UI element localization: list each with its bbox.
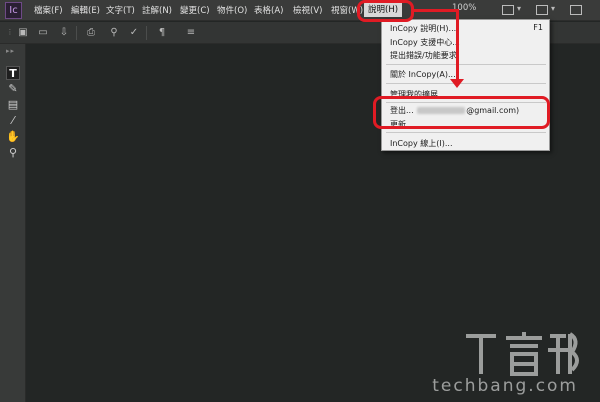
spellcheck-icon[interactable]: ✓ bbox=[128, 27, 140, 38]
watermark-text: techbang.com bbox=[432, 376, 578, 396]
help-dropdown-menu: InCopy 說明(H)... F1 InCopy 支援中心... 提出錯誤/功… bbox=[381, 19, 550, 151]
incopy-logo-icon: Ic bbox=[5, 2, 22, 19]
separator bbox=[386, 132, 546, 133]
techbang-logo-icon bbox=[466, 332, 579, 376]
tools-panel: ▸▸ T ✎ ▤ ⁄ ✋ ⚲ bbox=[0, 44, 26, 402]
pilcrow-icon[interactable]: ¶ bbox=[156, 27, 168, 38]
annotation-signout-highlight bbox=[373, 96, 550, 129]
menu-item-about-incopy[interactable]: 關於 InCopy(A)... bbox=[390, 69, 545, 80]
arrange-documents-icon[interactable] bbox=[536, 5, 548, 15]
zoom-tool-icon[interactable]: ⚲ bbox=[6, 146, 20, 160]
menu-changes[interactable]: 變更(C) bbox=[180, 4, 210, 16]
chevron-down-icon[interactable]: ▾ bbox=[551, 4, 555, 13]
annotation-arrow-line bbox=[456, 9, 459, 81]
annotation-help-highlight bbox=[357, 0, 414, 22]
menu-item-support-center[interactable]: InCopy 支援中心... bbox=[390, 37, 545, 48]
position-tool-icon[interactable]: ▤ bbox=[6, 98, 20, 112]
panel-grip-icon[interactable]: ▸▸ bbox=[6, 47, 15, 55]
separator bbox=[76, 26, 77, 40]
search-icon[interactable]: ⚲ bbox=[108, 27, 120, 38]
menu-type[interactable]: 文字(T) bbox=[106, 4, 135, 16]
separator bbox=[386, 83, 546, 84]
type-tool-icon[interactable]: T bbox=[6, 66, 20, 80]
align-lines-icon[interactable]: ≡ bbox=[185, 27, 197, 38]
menu-bar: Ic 檔案(F) 編輯(E) 文字(T) 註解(N) 變更(C) 物件(O) 表… bbox=[0, 0, 600, 21]
note-tool-icon[interactable]: ✎ bbox=[6, 82, 20, 96]
save-icon[interactable]: ⇩ bbox=[58, 27, 70, 38]
print-icon[interactable]: ⎙ bbox=[85, 27, 97, 38]
workspace-icon[interactable] bbox=[570, 5, 582, 15]
menu-item-incopy-online[interactable]: InCopy 線上(I)... bbox=[390, 138, 545, 149]
menu-notes[interactable]: 註解(N) bbox=[142, 4, 172, 16]
menu-file[interactable]: 檔案(F) bbox=[34, 4, 63, 16]
grip-icon: ⋮ bbox=[6, 28, 14, 36]
hand-tool-icon[interactable]: ✋ bbox=[6, 130, 20, 144]
open-folder-icon[interactable]: ▭ bbox=[37, 27, 49, 38]
menu-item-report-bug[interactable]: 提出錯誤/功能要求 bbox=[390, 50, 545, 61]
separator bbox=[146, 26, 147, 40]
menu-table[interactable]: 表格(A) bbox=[254, 4, 283, 16]
separator bbox=[386, 64, 546, 65]
chevron-down-icon[interactable]: ▾ bbox=[517, 4, 521, 13]
menu-item-incopy-help[interactable]: InCopy 說明(H)... bbox=[390, 23, 545, 34]
menu-object[interactable]: 物件(O) bbox=[217, 4, 247, 16]
menu-view[interactable]: 檢視(V) bbox=[293, 4, 322, 16]
menu-edit[interactable]: 編輯(E) bbox=[71, 4, 100, 16]
annotation-arrow-line bbox=[414, 9, 458, 12]
shortcut-label: F1 bbox=[533, 23, 543, 32]
eyedropper-tool-icon[interactable]: ⁄ bbox=[6, 114, 20, 128]
new-document-icon[interactable]: ▣ bbox=[17, 27, 29, 38]
annotation-arrow-down-icon bbox=[450, 79, 464, 88]
screen-mode-icon[interactable] bbox=[502, 5, 514, 15]
